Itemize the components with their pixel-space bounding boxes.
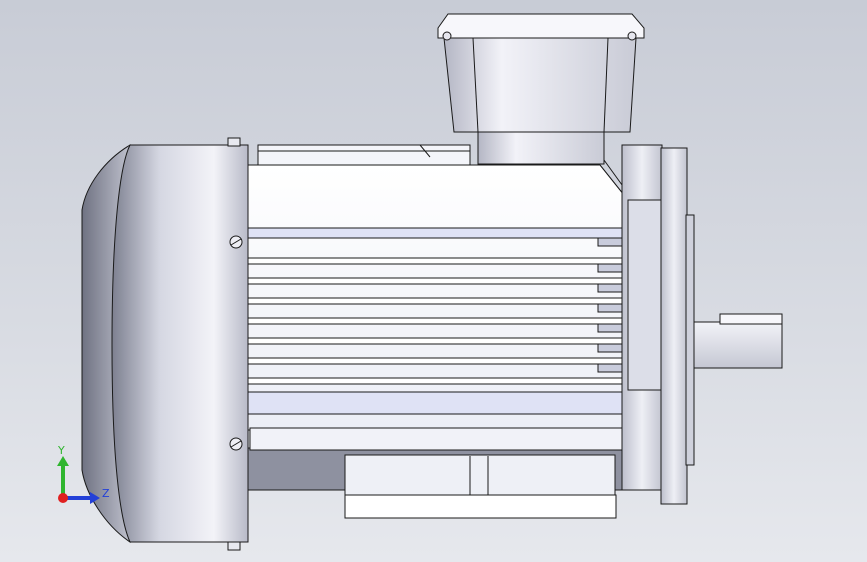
- motor-shaft: [693, 321, 783, 369]
- terminal-box-neck: [477, 127, 605, 165]
- cover-screw: [627, 31, 637, 41]
- triad-origin: [58, 493, 68, 503]
- fin-end: [597, 283, 625, 293]
- flange-spigot: [685, 214, 695, 466]
- z-axis-label: Z: [102, 487, 110, 500]
- motor-body-top-rail: [257, 144, 471, 166]
- fan-cover: [111, 144, 249, 543]
- fan-cover-bottom-tab: [227, 541, 241, 551]
- cooling-fin: [247, 297, 629, 305]
- fin-end: [597, 263, 625, 273]
- y-axis-arrowhead: [57, 456, 69, 466]
- cooling-fin: [247, 317, 629, 325]
- cad-viewport[interactable]: Y Z: [0, 0, 867, 562]
- terminal-box-cover: [437, 13, 645, 39]
- cooling-fin: [247, 227, 629, 239]
- motor-foot-block: [344, 454, 616, 496]
- cooling-fin: [247, 257, 629, 265]
- cooling-fin: [247, 277, 629, 285]
- shaft-key: [719, 313, 783, 325]
- cover-screw: [442, 31, 452, 41]
- cooling-fin: [247, 391, 629, 415]
- motor-model[interactable]: [81, 13, 783, 551]
- fin-end: [597, 363, 625, 373]
- cooling-fin: [247, 377, 629, 385]
- cooling-fin: [247, 337, 629, 345]
- fin-end: [597, 343, 625, 353]
- y-axis-label: Y: [57, 444, 65, 457]
- fin-end: [597, 303, 625, 313]
- fan-cover-top-tab: [227, 137, 241, 147]
- fin-end: [597, 323, 625, 333]
- motor-body-band: [249, 427, 629, 451]
- motor-foot-plate: [344, 494, 617, 519]
- end-shield-ring: [627, 199, 663, 391]
- fin-end: [597, 237, 625, 247]
- mounting-flange: [660, 147, 688, 505]
- cooling-fin: [247, 357, 629, 365]
